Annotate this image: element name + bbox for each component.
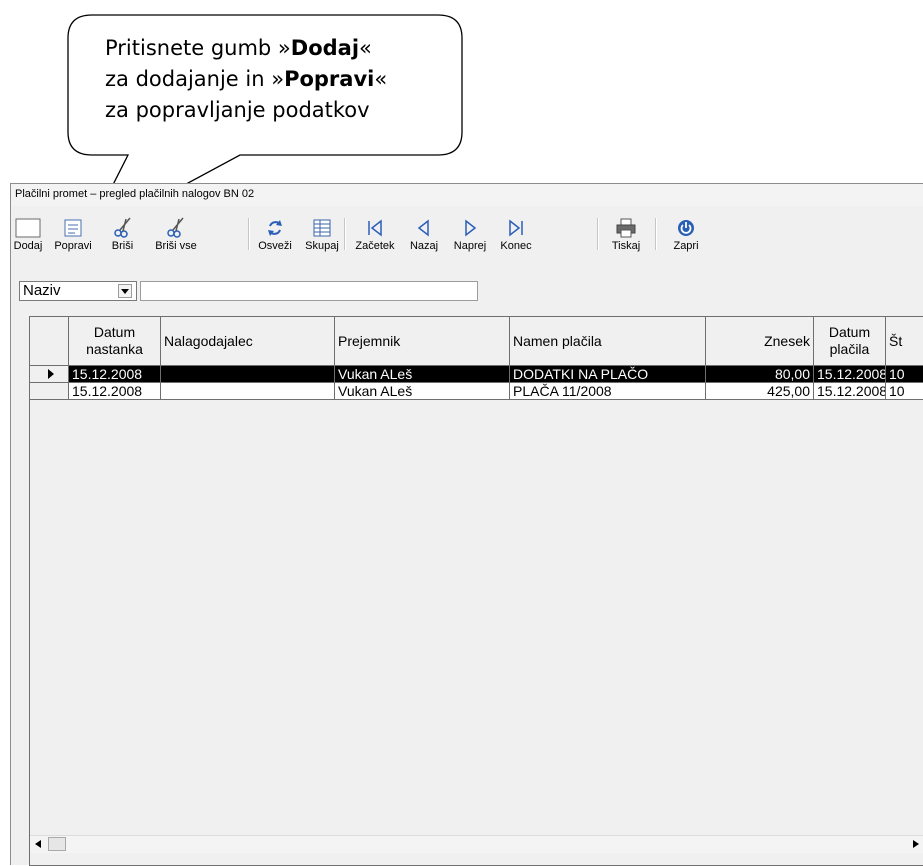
cell-st[interactable]: 10 xyxy=(886,383,923,400)
cell-namen[interactable]: DODATKI NA PLAČO xyxy=(510,366,706,383)
refresh-button[interactable]: Osveži xyxy=(253,216,297,256)
current-row-arrow-icon xyxy=(48,369,54,379)
edit-form-icon xyxy=(64,219,82,237)
cell-datum-placila[interactable]: 15.12.2008 xyxy=(814,383,886,400)
next-icon xyxy=(465,219,477,237)
close-button[interactable]: Zapri xyxy=(667,216,705,256)
cell-namen[interactable]: PLAČA 11/2008 xyxy=(510,383,706,400)
scissors-icon xyxy=(113,217,131,238)
cell-znesek[interactable]: 80,00 xyxy=(706,366,814,383)
chevron-down-icon[interactable] xyxy=(118,284,132,298)
column-header-datum-placila[interactable]: Datum plačila xyxy=(814,317,886,366)
toolbar-separator xyxy=(597,218,599,250)
previous-icon xyxy=(417,219,429,237)
toolbar-separator xyxy=(655,218,657,250)
cell-nalagodajalec[interactable] xyxy=(161,383,335,400)
cell-datum[interactable]: 15.12.2008 xyxy=(69,366,161,383)
print-button[interactable]: Tiskaj xyxy=(605,216,647,256)
delete-button[interactable]: Briši xyxy=(100,216,145,256)
delete-all-button[interactable]: Briši vse xyxy=(146,216,206,256)
last-record-button[interactable]: Konec xyxy=(495,216,537,256)
toolbar-separator xyxy=(344,218,346,250)
cell-prejemnik[interactable]: Vukan ALeš xyxy=(335,383,510,400)
first-record-button[interactable]: Začetek xyxy=(348,216,402,256)
first-icon xyxy=(368,219,382,237)
horizontal-scrollbar[interactable] xyxy=(30,835,923,853)
scroll-right-icon[interactable] xyxy=(908,836,923,852)
row-selector[interactable] xyxy=(30,366,69,383)
table-row[interactable]: 15.12.2008 Vukan ALeš DODATKI NA PLAČO 8… xyxy=(30,366,923,383)
data-grid: Datum nastanka Nalagodajalec Prejemnik Na… xyxy=(29,316,923,866)
blank-page-icon xyxy=(15,218,41,238)
column-header-prejemnik[interactable]: Prejemnik xyxy=(335,317,510,366)
table-row[interactable]: 15.12.2008 Vukan ALeš PLAČA 11/2008 425,… xyxy=(30,383,923,400)
column-header-znesek[interactable]: Znesek xyxy=(706,317,814,366)
filter-input[interactable] xyxy=(140,281,478,301)
power-icon xyxy=(678,220,694,236)
column-header-nalagodajalec[interactable]: Nalagodajalec xyxy=(161,317,335,366)
refresh-icon xyxy=(268,220,282,236)
cell-st[interactable]: 10 xyxy=(886,366,923,383)
toolbar-separator xyxy=(248,218,250,250)
callout-text: Pritisnete gumb »Dodaj« za dodajanje in … xyxy=(105,36,388,122)
cell-prejemnik[interactable]: Vukan ALeš xyxy=(335,366,510,383)
table-summary-icon xyxy=(313,219,331,237)
scissors-icon xyxy=(167,217,184,238)
next-record-button[interactable]: Naprej xyxy=(447,216,493,256)
toolbar: Dodaj Popravi Briši Briši vse Osveži Sku… xyxy=(11,216,923,256)
column-header-namen[interactable]: Namen plačila xyxy=(510,317,706,366)
column-header-st[interactable]: Št xyxy=(886,317,923,366)
cell-nalagodajalec[interactable] xyxy=(161,366,335,383)
column-header-datum-nastanka[interactable]: Datum nastanka xyxy=(69,317,161,366)
filter-field-select[interactable]: Naziv xyxy=(19,281,137,301)
edit-button[interactable]: Popravi xyxy=(47,216,99,256)
scrollbar-thumb[interactable] xyxy=(48,837,66,851)
scroll-left-icon[interactable] xyxy=(30,836,46,852)
app-window: Plačilni promet – pregled plačilnih nalo… xyxy=(10,183,923,866)
cell-datum-placila[interactable]: 15.12.2008 xyxy=(814,366,886,383)
add-button[interactable]: Dodaj xyxy=(11,216,45,256)
last-icon xyxy=(509,219,523,237)
window-title: Plačilni promet – pregled plačilnih nalo… xyxy=(11,184,923,206)
row-header-corner xyxy=(30,317,69,366)
cell-datum[interactable]: 15.12.2008 xyxy=(69,383,161,400)
cell-znesek[interactable]: 425,00 xyxy=(706,383,814,400)
printer-icon xyxy=(616,218,636,238)
row-selector[interactable] xyxy=(30,383,69,400)
summary-button[interactable]: Skupaj xyxy=(300,216,344,256)
previous-record-button[interactable]: Nazaj xyxy=(404,216,444,256)
